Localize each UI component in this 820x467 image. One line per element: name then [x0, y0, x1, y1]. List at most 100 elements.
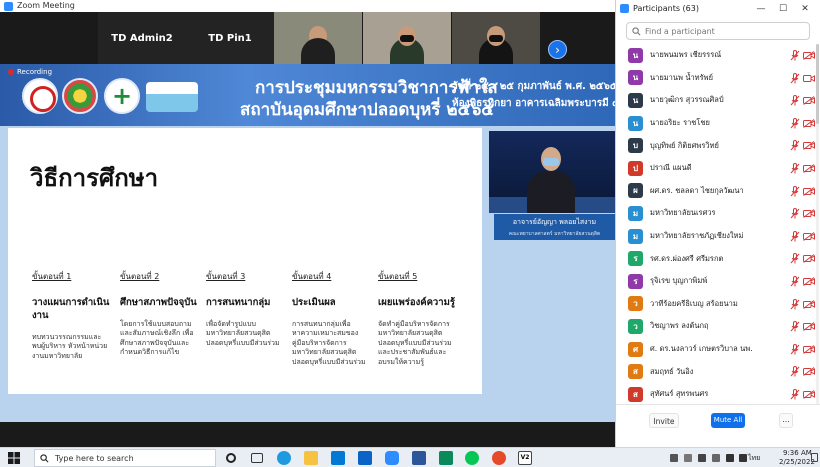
word-icon[interactable]	[412, 451, 426, 465]
gallery-tile[interactable]: TD Admin2	[98, 12, 186, 64]
slide-step: ขั้นตอนที่ 4 ประเมินผล การสนทนากลุ่มเพื่…	[292, 270, 370, 367]
participant-row[interactable]: น นายวุฒิกร สุวรรณศิลป์	[616, 89, 820, 112]
tray-app-icon[interactable]	[684, 454, 692, 462]
taskbar-search[interactable]: Type here to search	[34, 449, 216, 467]
camera-off-icon[interactable]	[803, 51, 815, 60]
step-heading: ศึกษาสภาพปัจจุบัน	[120, 297, 197, 308]
mic-muted-icon[interactable]	[790, 321, 800, 332]
store-icon[interactable]	[331, 451, 345, 465]
mic-muted-icon[interactable]	[790, 253, 800, 264]
participant-row[interactable]: น นายมานพ น้ำทรัพย์	[616, 67, 820, 90]
notifications-icon[interactable]	[811, 453, 818, 462]
tray-app-icon[interactable]	[698, 454, 706, 462]
step-number: ขั้นตอนที่ 1	[32, 272, 72, 281]
mic-muted-icon[interactable]	[790, 95, 800, 106]
participant-row[interactable]: ว วาทีร้อยครีธิเบญ สร้อยนาม	[616, 293, 820, 316]
mic-muted-icon[interactable]	[790, 388, 800, 400]
next-arrow-icon[interactable]: ›	[548, 40, 567, 59]
participant-search[interactable]	[626, 22, 810, 40]
speaker-role: คณะพยาบาลศาสตร์ มหาวิทยาลัยสวนดุสิต	[508, 231, 601, 237]
participant-row[interactable]: ส สุทัศนร์ สุทรพนศร	[616, 383, 820, 404]
participant-row[interactable]: บ บุญทิพย์ กิติยศพรวิทย์	[616, 134, 820, 157]
windows-start-icon[interactable]	[8, 452, 20, 464]
vnc-icon[interactable]: V2	[518, 451, 532, 465]
volume-icon[interactable]	[739, 454, 747, 462]
face-mask	[543, 158, 559, 166]
participant-row[interactable]: ผ ผศ.ดร. ชลลดา ไชยกุลวัฒนา	[616, 180, 820, 203]
participant-row[interactable]: ส สมฤทธ์ วันอิง	[616, 360, 820, 383]
participant-row[interactable]: ป ปราณี แผนดี	[616, 157, 820, 180]
slide-step: ขั้นตอนที่ 5 เผยแพร่องค์ความรู้ จัดทำคู่…	[378, 270, 456, 367]
excel-icon[interactable]	[439, 451, 453, 465]
camera-off-icon[interactable]	[803, 118, 815, 128]
tray-chevron-icon[interactable]	[670, 454, 678, 462]
minimize-icon[interactable]: —	[750, 4, 772, 14]
camera-off-icon[interactable]	[803, 390, 815, 399]
chrome-icon[interactable]	[492, 451, 506, 465]
mic-muted-icon[interactable]	[790, 162, 800, 174]
scrollbar-thumb[interactable]	[816, 44, 819, 124]
close-icon[interactable]: ✕	[794, 4, 816, 14]
gallery-video-tile[interactable]	[452, 12, 540, 64]
mic-muted-icon[interactable]	[790, 50, 800, 61]
wifi-icon[interactable]	[726, 454, 734, 462]
mic-muted-icon[interactable]	[790, 140, 800, 151]
line-icon[interactable]	[465, 451, 479, 465]
clock-time[interactable]: 9:36 AM	[783, 449, 812, 457]
camera-off-icon[interactable]	[803, 96, 815, 106]
mic-muted-icon[interactable]	[790, 185, 800, 197]
participant-avatar: ศ	[628, 341, 643, 357]
mic-muted-icon[interactable]	[790, 208, 800, 219]
mic-muted-icon[interactable]	[790, 230, 800, 242]
mail-icon[interactable]	[358, 451, 372, 465]
gallery-video-tile[interactable]	[274, 12, 362, 64]
participant-list-scrollbar[interactable]	[816, 44, 819, 404]
step-description: จัดทำคู่มือบริหารจัดการมหาวิทยาลัยสวนดุส…	[378, 319, 452, 366]
battery-icon[interactable]	[712, 454, 720, 462]
mic-muted-icon[interactable]	[790, 72, 800, 84]
zoom-taskbar-icon[interactable]	[385, 451, 399, 465]
mic-muted-icon[interactable]	[790, 275, 800, 287]
camera-off-icon[interactable]	[803, 299, 815, 309]
camera-off-icon[interactable]	[803, 254, 815, 264]
camera-off-icon[interactable]	[803, 164, 815, 173]
gallery-video-tile[interactable]	[363, 12, 451, 64]
camera-off-icon[interactable]	[803, 322, 815, 332]
maximize-icon[interactable]: ☐	[772, 4, 794, 14]
camera-off-icon[interactable]	[803, 277, 815, 286]
file-explorer-icon[interactable]	[304, 451, 318, 465]
mic-muted-icon[interactable]	[790, 298, 800, 310]
participant-row[interactable]: ว วิชญาพร ลงต้นกฤ	[616, 315, 820, 338]
input-language[interactable]: ไทย	[748, 453, 760, 464]
camera-off-icon[interactable]	[803, 186, 815, 196]
participant-row[interactable]: น นายพนมพร เชียรรรณ์	[616, 44, 820, 67]
mic-muted-icon[interactable]	[790, 117, 800, 129]
mic-muted-icon[interactable]	[790, 343, 800, 355]
mic-muted-icon[interactable]	[790, 366, 800, 377]
more-options-button[interactable]: ...	[779, 413, 793, 428]
participant-name: วาทีร้อยครีธิเบญ สร้อยนาม	[650, 298, 738, 308]
participant-row[interactable]: ร รุจิเรข บุญกาพิมพ์	[616, 270, 820, 293]
participant-row[interactable]: น นายอริยะ ราชโชย	[616, 112, 820, 135]
clock-date[interactable]: 2/25/2022	[779, 458, 815, 466]
step-description: โดยการใช้แบบสอบถามและสัมภาษณ์เชิงลึก เพื…	[120, 319, 194, 357]
camera-off-icon[interactable]	[803, 344, 815, 354]
participant-search-input[interactable]	[645, 26, 805, 36]
participant-name: นายวุฒิกร สุวรรณศิลป์	[650, 95, 724, 105]
cortana-icon[interactable]	[226, 453, 236, 463]
gallery-tile[interactable]: TD Pin1	[186, 12, 274, 64]
camera-off-icon[interactable]	[803, 141, 815, 151]
participant-row[interactable]: ศ ศ. ดร.นงลาวร์ เกษตรวิบาล นพ.	[616, 338, 820, 361]
mute-all-button[interactable]: Mute All	[711, 413, 745, 428]
camera-off-icon[interactable]	[803, 209, 815, 219]
participant-row[interactable]: ม มหาวิทยาลัยนเรศวร	[616, 202, 820, 225]
task-view-icon[interactable]	[251, 453, 263, 463]
speaker-video[interactable]	[489, 131, 615, 213]
invite-button[interactable]: Invite	[649, 413, 679, 428]
camera-off-icon[interactable]	[803, 367, 815, 377]
participant-row[interactable]: ม มหาวิทยาลัยราชภัฏเชียงใหม่	[616, 225, 820, 248]
edge-icon[interactable]	[277, 451, 291, 465]
camera-on-icon[interactable]	[803, 74, 815, 83]
participant-row[interactable]: ร รศ.ดร.ผ่องศรี ศรีมรกต	[616, 247, 820, 270]
camera-off-icon[interactable]	[803, 231, 815, 241]
